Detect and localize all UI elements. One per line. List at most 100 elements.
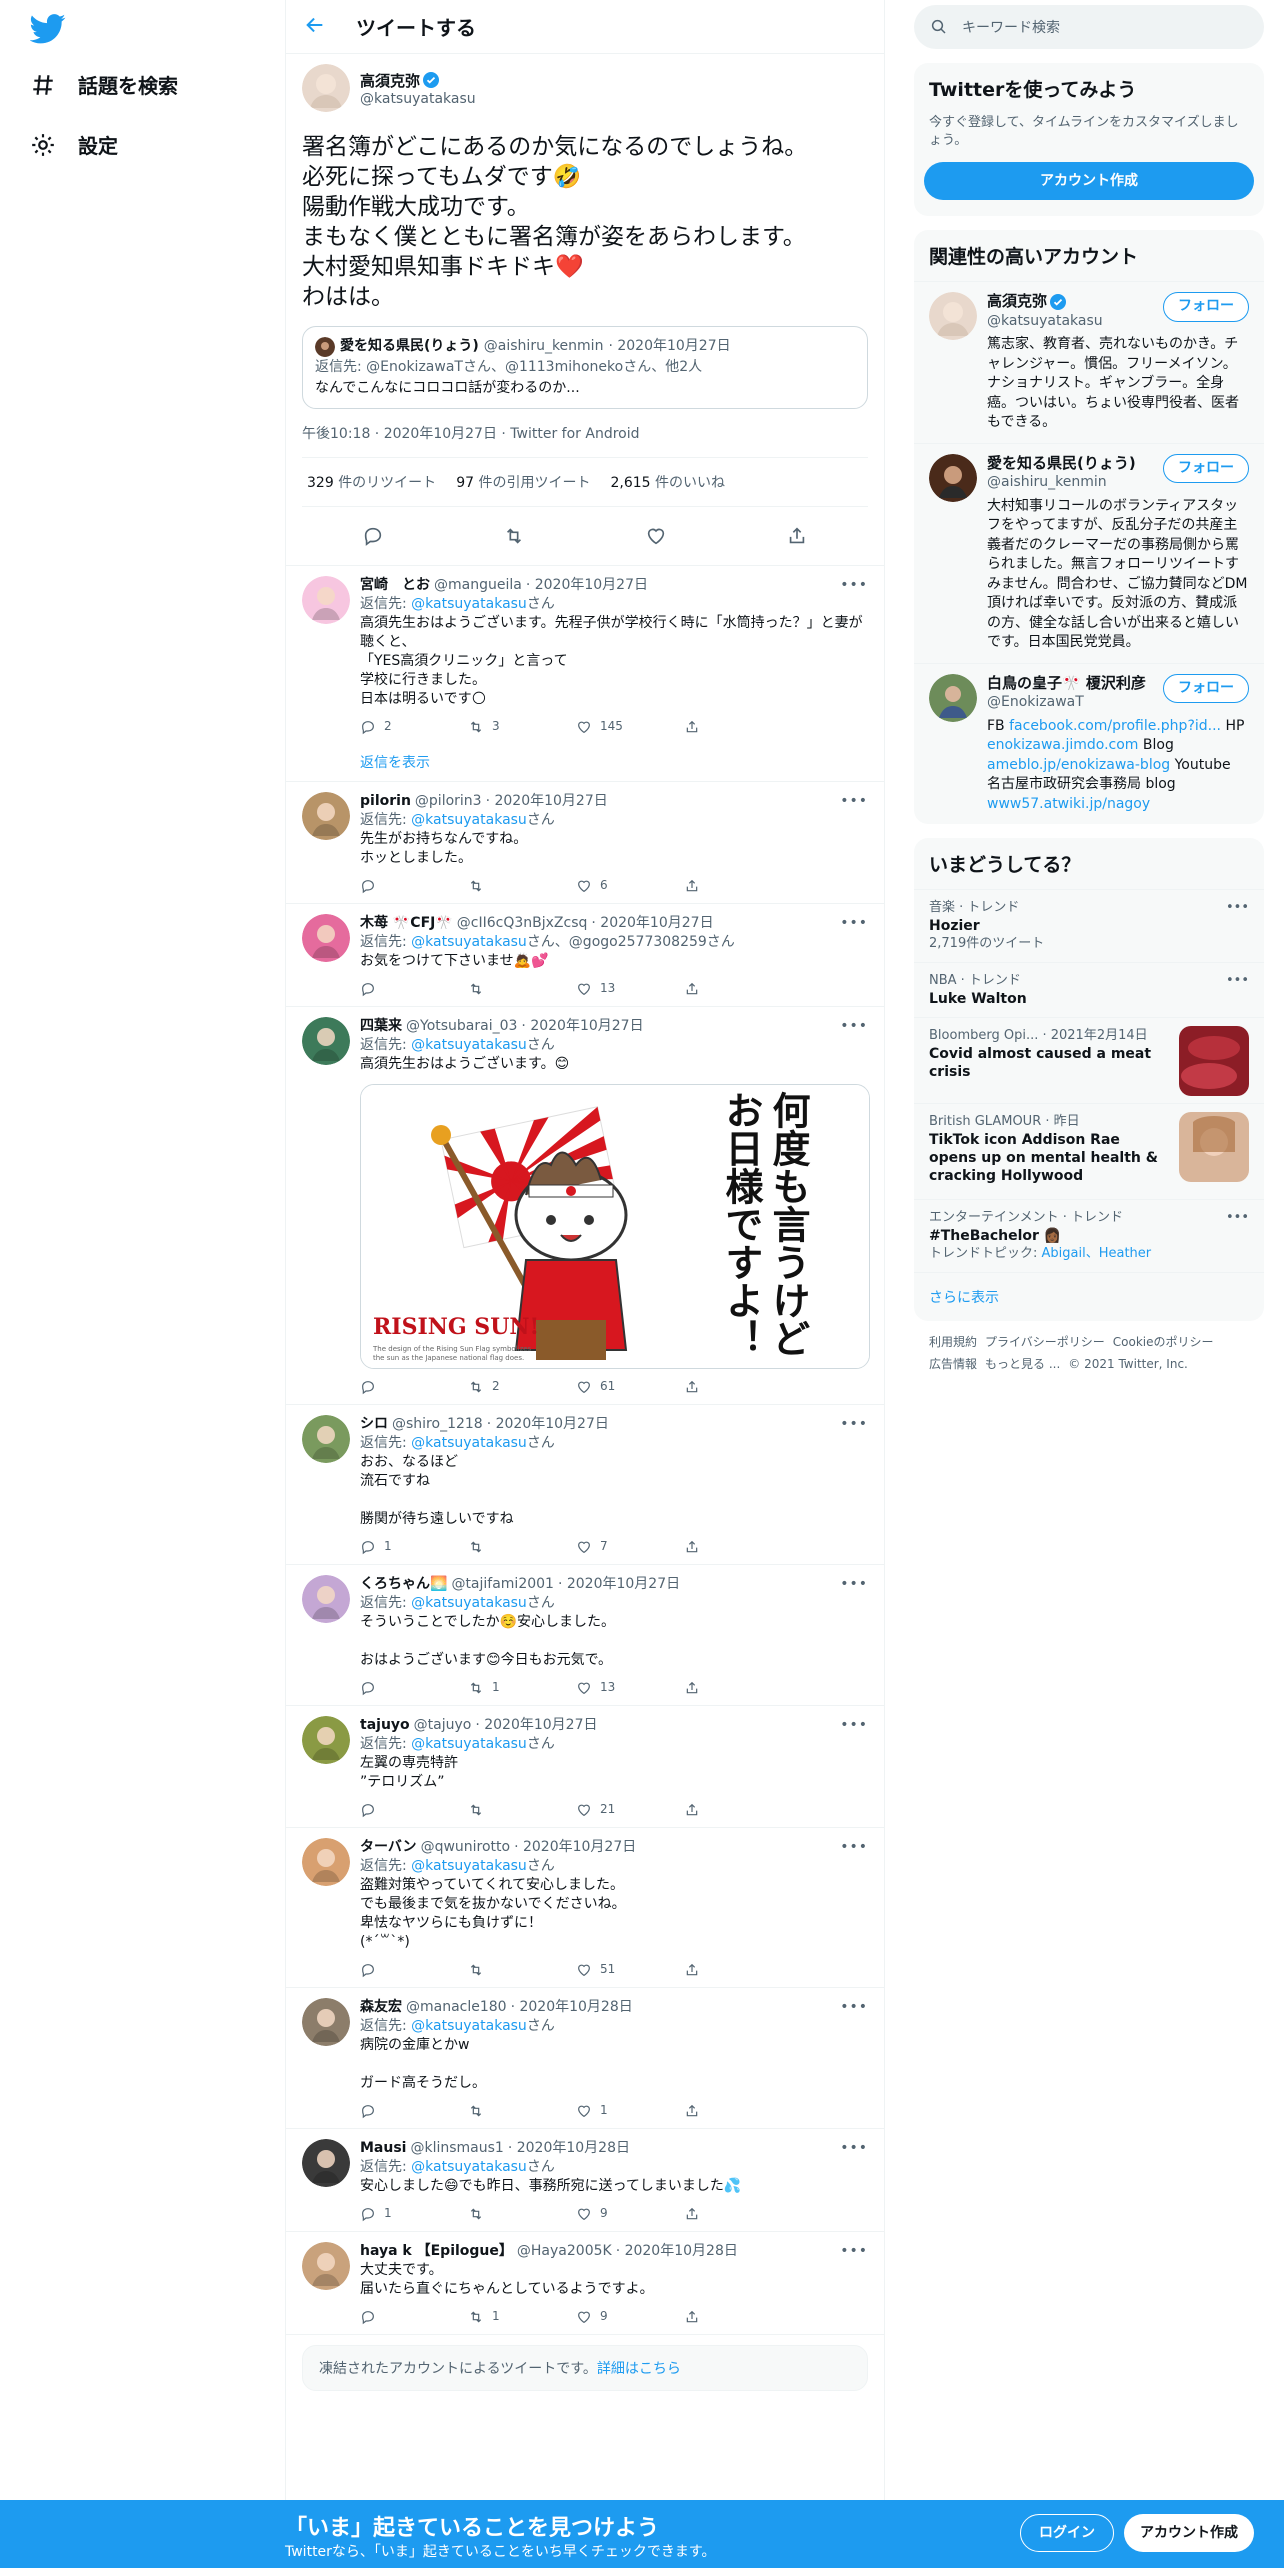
avatar[interactable] [302,2242,350,2290]
reply-author-name[interactable]: シロ [360,1415,388,1434]
retweet-button[interactable] [468,979,576,998]
bio-link[interactable]: ameblo.jp/enokizawa-blog [987,757,1170,773]
follow-button[interactable]: フォロー [1163,292,1249,322]
reply-button[interactable] [360,1678,468,1697]
avatar[interactable] [302,792,350,840]
reply-author-name[interactable]: pilorin [360,792,411,811]
avatar[interactable] [302,576,350,624]
reply-author-name[interactable]: 四葉来 [360,1017,402,1036]
bio-link[interactable]: www57.atwiki.jp/nagoy [987,796,1150,812]
trend-item[interactable]: 音楽 · トレンド Hozier 2,719件のツイート ••• [914,889,1264,962]
retweet-stat[interactable]: 329 件のリツイート [307,472,436,492]
more-icon[interactable]: ••• [840,1415,868,1434]
reply-to-handle[interactable]: @katsuyatakasu [411,1595,527,1611]
account-name[interactable]: 白鳥の皇子🎌 榎沢利彦 [987,674,1146,694]
account-name[interactable]: 高須克弥 [987,292,1047,312]
more-icon[interactable]: ••• [840,1575,868,1594]
share-button[interactable] [684,876,792,895]
search-box[interactable]: キーワード検索 [914,5,1264,49]
more-icon[interactable]: ••• [840,914,868,933]
like-button[interactable]: 1 [576,2101,684,2120]
avatar[interactable] [302,1415,350,1463]
like-button[interactable]: 145 [576,717,684,736]
reply-author-name[interactable]: 宮崎 とお [360,576,430,595]
reply-to-handle[interactable]: @katsuyatakasu [411,2159,527,2175]
avatar[interactable] [302,2139,350,2187]
author-handle[interactable]: @katsuyatakasu [360,91,476,107]
reply-date[interactable]: · 2020年10月27日 [591,914,713,933]
create-account-button[interactable]: アカウント作成 [924,162,1254,200]
reply-tweet[interactable]: くろちゃん🌅 @tajifami2001 · 2020年10月27日 ••• 返信先:… [286,1565,884,1706]
retweet-button[interactable]: 1 [468,1678,576,1697]
tweet-image[interactable]: 何度も言うけど お日様ですよ！ RISING SUN! The design o… [360,1084,870,1369]
share-button[interactable] [684,1678,792,1697]
account-card[interactable]: 高須克弥 @katsuyatakasu フォロー 篤志家、教育者、売れないものか… [914,281,1264,443]
reply-tweet[interactable]: haya k 【Epilogue】 @Haya2005K · 2020年10月28日… [286,2232,884,2335]
footer-link-cookies[interactable]: Cookieのポリシー [1113,1335,1214,1349]
learn-more-link[interactable]: 詳細はこちら [597,2361,681,2377]
reply-author-name[interactable]: ターバン [360,1838,417,1857]
share-button[interactable] [684,2204,792,2223]
more-icon[interactable]: ••• [840,792,868,811]
retweet-button[interactable] [468,876,576,895]
retweet-button[interactable] [468,1800,576,1819]
reply-author-name[interactable]: くろちゃん🌅 [360,1575,447,1594]
reply-author-name[interactable]: Mausi [360,2139,406,2158]
reply-tweet[interactable]: pilorin @pilorin3 · 2020年10月27日 ••• 返信先: @k… [286,782,884,904]
avatar[interactable] [302,1838,350,1886]
like-button[interactable]: 7 [576,1537,684,1556]
reply-button[interactable] [360,979,468,998]
reply-tweet[interactable]: tajuyo @tajuyo · 2020年10月27日 ••• 返信先: @kats… [286,1706,884,1828]
back-arrow-icon[interactable] [304,14,326,40]
more-icon[interactable]: ••• [840,1998,868,2017]
twitter-logo-icon[interactable] [30,14,66,44]
reply-button[interactable] [360,1377,468,1396]
like-stat[interactable]: 2,615 件のいいね [610,472,725,492]
like-button[interactable]: 21 [576,1800,684,1819]
footer-link-more[interactable]: もっと見る ... [985,1357,1060,1371]
like-icon[interactable] [645,525,667,547]
reply-button[interactable] [360,2101,468,2120]
more-icon[interactable]: ••• [1226,899,1249,917]
more-icon[interactable]: ••• [1226,1209,1249,1227]
like-button[interactable]: 13 [576,1678,684,1697]
reply-tweet[interactable]: 四葉来 @Yotsubarai_03 · 2020年10月27日 ••• 返信先: @… [286,1007,884,1405]
reply-button[interactable]: 2 [360,717,468,736]
avatar[interactable] [302,1575,350,1623]
retweet-button[interactable]: 1 [468,2307,576,2326]
reply-date[interactable]: · 2020年10月27日 [487,1415,609,1434]
account-card[interactable]: 白鳥の皇子🎌 榎沢利彦 @EnokizawaT フォロー FB facebook… [914,662,1264,825]
reply-tweet[interactable]: 宮崎 とお @mangueila · 2020年10月27日 ••• 返信先: @ka… [286,566,884,782]
reply-author-name[interactable]: 木苺 🎌CFJ🎌 [360,914,453,933]
author-name[interactable]: 高須克弥 [360,70,420,91]
quote-stat[interactable]: 97 件の引用ツイート [456,472,590,492]
reply-date[interactable]: · 2020年10月28日 [508,2139,630,2158]
reply-author-name[interactable]: tajuyo [360,1716,410,1735]
share-button[interactable] [684,2101,792,2120]
bio-link[interactable]: enokizawa.jimdo.com [987,737,1138,753]
reply-to-handle[interactable]: @katsuyatakasu [411,596,527,612]
reply-icon[interactable] [362,525,384,547]
quoted-tweet[interactable]: 愛を知る県民(りょう) @aishiru_kenmin · 2020年10月27… [302,326,868,409]
avatar[interactable] [929,453,977,502]
avatar[interactable] [929,673,977,722]
reply-date[interactable]: · 2020年10月27日 [486,792,608,811]
like-button[interactable]: 9 [576,2307,684,2326]
news-item[interactable]: British GLAMOUR · 昨日 TikTok icon Addison… [914,1103,1264,1199]
more-icon[interactable]: ••• [840,1838,868,1857]
reply-author-name[interactable]: 森友宏 [360,1998,402,2017]
reply-author-name[interactable]: haya k 【Epilogue】 [360,2242,513,2261]
footer-link-terms[interactable]: 利用規約 [929,1335,977,1349]
retweet-button[interactable] [468,2204,576,2223]
news-item[interactable]: Bloomberg Opi... · 2021年2月14日 Covid almo… [914,1017,1264,1103]
reply-date[interactable]: · 2020年10月28日 [616,2242,738,2261]
retweet-button[interactable]: 2 [468,1377,576,1396]
share-button[interactable] [684,2307,792,2326]
reply-button[interactable] [360,1960,468,1979]
avatar[interactable] [302,1998,350,2046]
share-button[interactable] [684,1537,792,1556]
more-icon[interactable]: ••• [840,2242,868,2261]
retweet-button[interactable] [468,2101,576,2120]
reply-tweet[interactable]: ターバン @qwunirotto · 2020年10月27日 ••• 返信先: @ka… [286,1828,884,1988]
trend-item[interactable]: エンターテインメント · トレンド #TheBachelor 👩🏾 トレンドトピ… [914,1199,1264,1272]
